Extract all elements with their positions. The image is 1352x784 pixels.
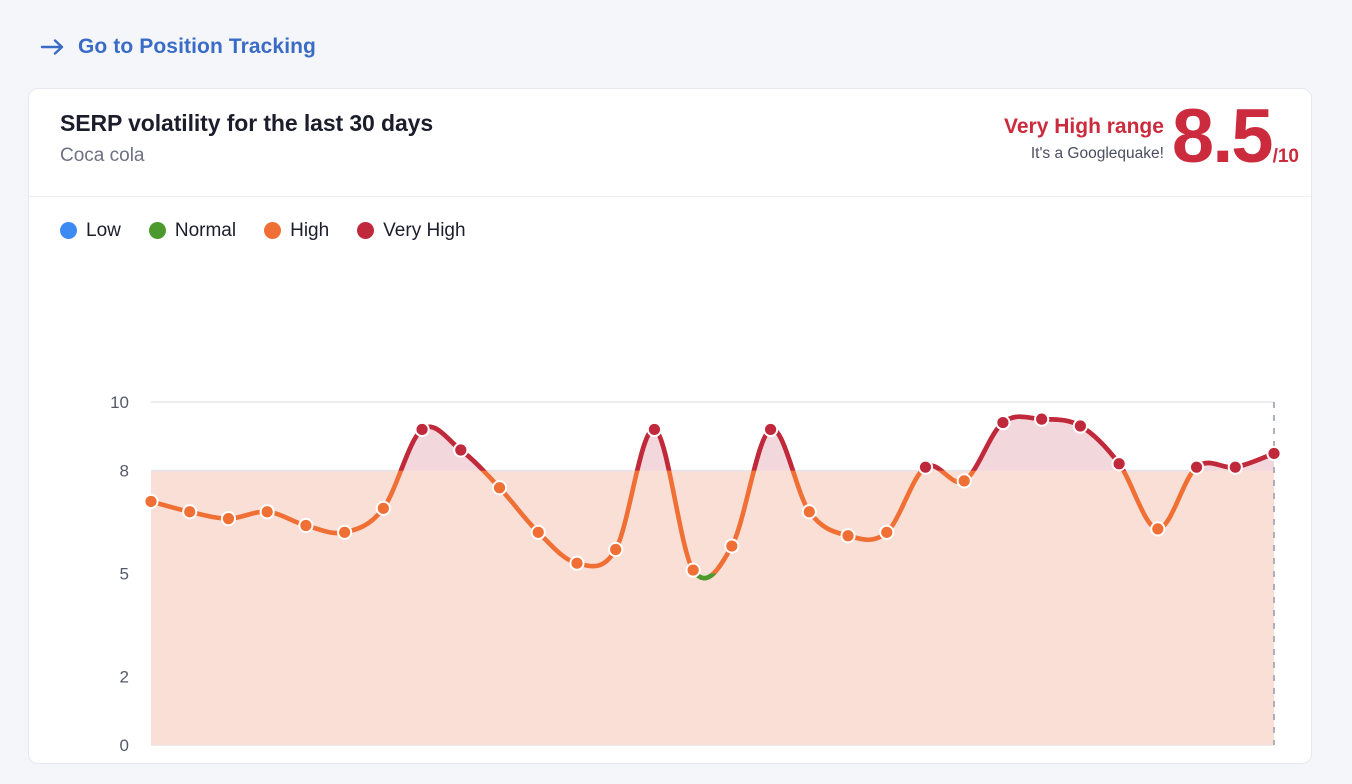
go-to-position-tracking-label: Go to Position Tracking xyxy=(78,35,316,58)
legend-dot-very-high-icon xyxy=(357,222,375,239)
data-point[interactable] xyxy=(879,524,895,540)
y-axis-tick-label: 10 xyxy=(110,393,129,412)
data-point[interactable] xyxy=(259,504,275,520)
data-point[interactable] xyxy=(801,504,817,520)
legend-label-very-high: Very High xyxy=(383,220,466,241)
data-point[interactable] xyxy=(337,524,353,540)
data-point[interactable] xyxy=(1266,445,1282,462)
legend-item-low[interactable]: Low xyxy=(60,221,121,240)
volatility-chart[interactable]: 025810Jul 27Jul 30Aug 2Aug 5Aug 8Aug 11A… xyxy=(29,285,1313,755)
y-axis-tick-label: 5 xyxy=(120,565,129,584)
y-axis-tick-label: 8 xyxy=(120,462,129,481)
data-point[interactable] xyxy=(414,421,430,438)
data-point[interactable] xyxy=(724,538,740,554)
data-point[interactable] xyxy=(298,517,314,534)
data-point[interactable] xyxy=(530,524,546,540)
score-text-group: Very High range It's a Googlequake! xyxy=(1004,105,1172,162)
data-point[interactable] xyxy=(453,442,469,458)
data-point[interactable] xyxy=(1111,456,1127,472)
y-axis-tick-label: 0 xyxy=(120,736,129,755)
page-title: SERP volatility for the last 30 days xyxy=(60,110,434,136)
data-point[interactable] xyxy=(491,480,508,496)
volatility-score-block: Very High range It's a Googlequake! 8.5 … xyxy=(1004,94,1299,179)
legend-dot-low-icon xyxy=(60,222,77,239)
data-point[interactable] xyxy=(220,511,237,527)
data-point[interactable] xyxy=(646,421,663,438)
data-point[interactable] xyxy=(1034,411,1050,427)
data-point[interactable] xyxy=(608,541,624,558)
legend-item-high[interactable]: High xyxy=(264,221,329,240)
data-point[interactable] xyxy=(995,414,1011,431)
card-header: SERP volatility for the last 30 days Coc… xyxy=(29,89,1311,197)
arrow-right-icon xyxy=(40,38,64,55)
data-point[interactable] xyxy=(840,528,856,544)
score-range-label: Very High range xyxy=(1004,115,1164,138)
go-to-position-tracking-link[interactable]: Go to Position Tracking xyxy=(40,36,316,57)
data-point[interactable] xyxy=(1188,459,1205,475)
data-point[interactable] xyxy=(1227,459,1243,475)
page-root: Go to Position Tracking SERP volatility … xyxy=(0,0,1352,784)
score-value: 8.5 xyxy=(1171,94,1274,179)
serp-volatility-card: SERP volatility for the last 30 days Coc… xyxy=(28,88,1312,764)
data-point[interactable] xyxy=(956,473,972,489)
data-point[interactable] xyxy=(1072,418,1088,434)
legend-label-high: High xyxy=(290,220,330,241)
legend-item-normal[interactable]: Normal xyxy=(148,220,237,241)
card-subtitle: Coca cola xyxy=(60,145,145,166)
data-point[interactable] xyxy=(917,459,934,475)
y-axis-ticks: 0 2 5 8 10 xyxy=(110,393,129,755)
volatility-chart-svg[interactable]: 025810Jul 27Jul 30Aug 2Aug 5Aug 8Aug 11A… xyxy=(29,285,1313,755)
legend-dot-normal-icon xyxy=(148,222,166,239)
legend-label-normal: Normal xyxy=(174,220,237,241)
score-max: /10 xyxy=(1272,145,1299,167)
score-note: It's a Googlequake! xyxy=(1030,145,1164,163)
legend-dot-high-icon xyxy=(264,222,282,239)
data-point[interactable] xyxy=(143,493,159,510)
legend-label-low: Low xyxy=(86,220,121,241)
data-point[interactable] xyxy=(762,421,779,438)
score-value-group: 8.5 /10 xyxy=(1171,94,1299,179)
y-axis-tick-label: 2 xyxy=(120,667,129,686)
data-point[interactable] xyxy=(375,500,391,516)
legend-item-very-high[interactable]: Very High xyxy=(357,220,466,241)
chart-legend: Low Normal High Very High xyxy=(60,221,466,240)
data-point[interactable] xyxy=(182,504,198,520)
data-point[interactable] xyxy=(685,562,701,578)
data-point[interactable] xyxy=(1150,521,1166,537)
data-point[interactable] xyxy=(569,555,585,571)
